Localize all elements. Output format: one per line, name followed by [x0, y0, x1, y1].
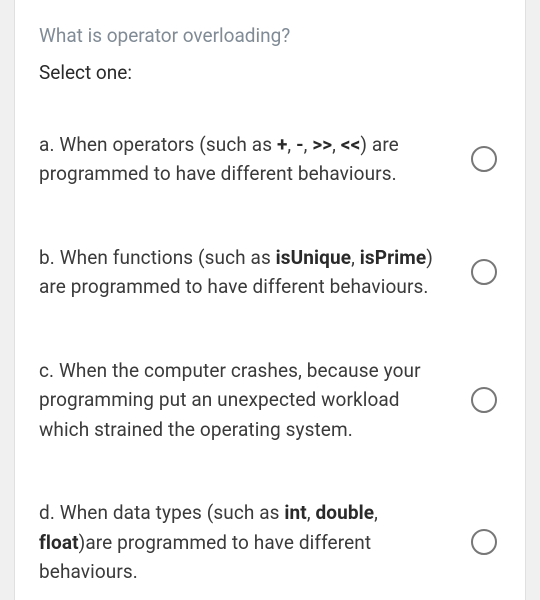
option-c-row[interactable]: c. When the computer crashes, because yo…	[39, 338, 501, 480]
option-b-row[interactable]: b. When functions (such as isUnique, isP…	[39, 225, 501, 338]
option-c-text: c. When the computer crashes, because yo…	[39, 356, 451, 444]
option-c-radio[interactable]	[471, 387, 497, 413]
option-d-row[interactable]: d. When data types (such as int, double,…	[39, 480, 501, 600]
option-b-radio[interactable]	[471, 259, 497, 285]
option-d-radio[interactable]	[471, 529, 497, 555]
question-text: What is operator overloading?	[39, 0, 501, 61]
option-a-row[interactable]: a. When operators (such as +, -, >>, <<)…	[39, 112, 501, 225]
option-b-text: b. When functions (such as isUnique, isP…	[39, 243, 451, 302]
select-one-prompt: Select one:	[39, 61, 501, 112]
option-d-text: d. When data types (such as int, double,…	[39, 498, 451, 586]
question-card: What is operator overloading? Select one…	[14, 0, 526, 600]
option-a-text: a. When operators (such as +, -, >>, <<)…	[39, 130, 451, 189]
option-a-radio[interactable]	[471, 146, 497, 172]
